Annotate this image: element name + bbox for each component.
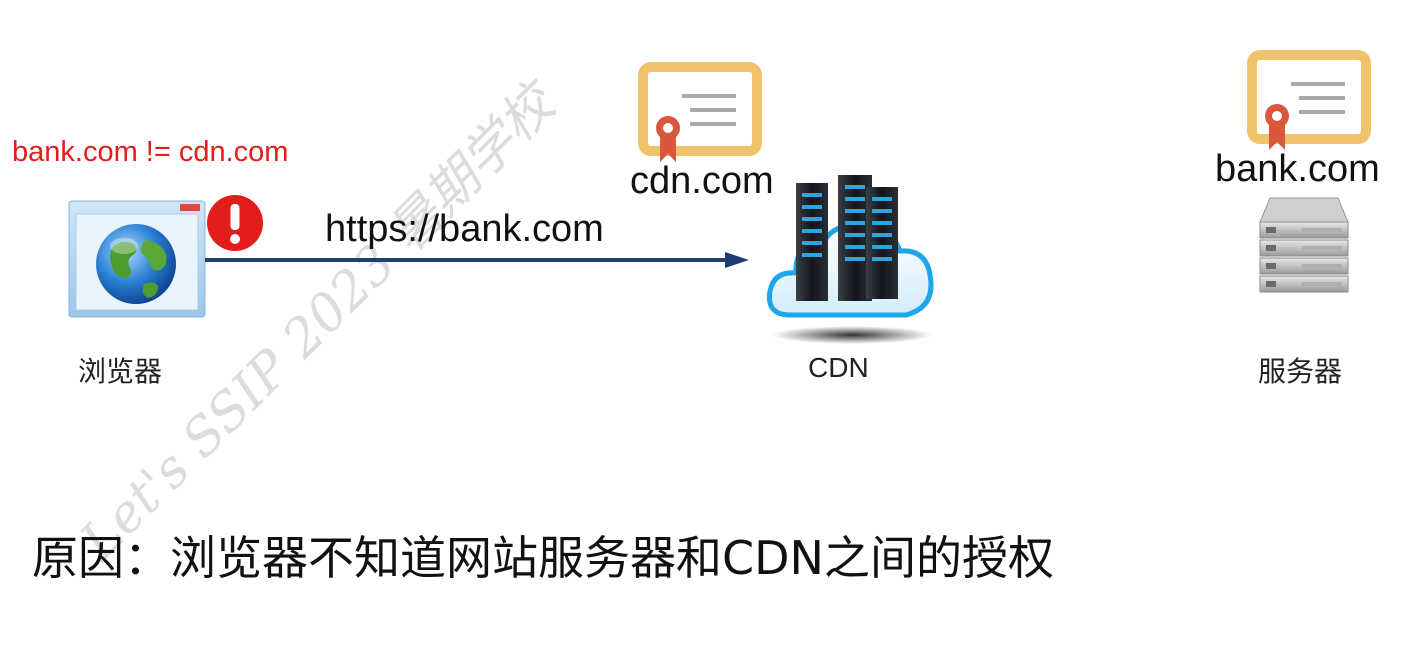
browser-window-icon (68, 200, 206, 318)
browser-label: 浏览器 (78, 355, 163, 388)
server-certificate-icon (1247, 50, 1371, 150)
server-certificate-domain: bank.com (1215, 148, 1380, 190)
mismatch-warning-text: bank.com != cdn.com (12, 136, 289, 168)
cdn-certificate-domain: cdn.com (630, 160, 774, 202)
server-label: 服务器 (1258, 355, 1343, 388)
cdn-label: CDN (808, 352, 869, 383)
cdn-cloud-icon (766, 175, 934, 344)
alert-icon (207, 195, 263, 251)
request-url-label: https://bank.com (325, 208, 604, 250)
server-icon (1259, 197, 1349, 293)
cdn-certificate-icon (638, 62, 762, 162)
request-arrow (205, 252, 749, 268)
conclusion-text: 原因：浏览器不知道网站服务器和CDN之间的授权 (32, 531, 1054, 585)
